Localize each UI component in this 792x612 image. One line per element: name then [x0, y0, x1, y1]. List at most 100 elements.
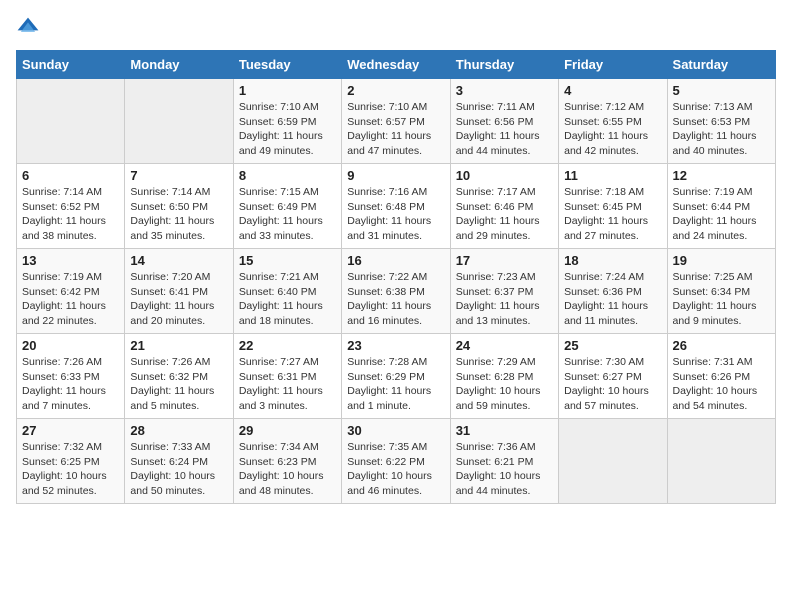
calendar-week-row: 1 Sunrise: 7:10 AM Sunset: 6:59 PM Daylig…	[17, 79, 776, 164]
day-number: 8	[239, 168, 336, 183]
calendar-cell: 20Sunrise: 7:26 AM Sunset: 6:33 PM Dayli…	[17, 334, 125, 419]
day-number: 22	[239, 338, 336, 353]
calendar-cell: 26Sunrise: 7:31 AM Sunset: 6:26 PM Dayli…	[667, 334, 775, 419]
day-info: Sunrise: 7:29 AM Sunset: 6:28 PM Dayligh…	[456, 355, 553, 414]
day-info: Sunrise: 7:23 AM Sunset: 6:37 PM Dayligh…	[456, 270, 553, 329]
calendar-table: SundayMondayTuesdayWednesdayThursdayFrid…	[16, 50, 776, 504]
day-number: 13	[22, 253, 119, 268]
calendar-cell: 1 Sunrise: 7:10 AM Sunset: 6:59 PM Daylig…	[233, 79, 341, 164]
day-number: 16	[347, 253, 444, 268]
day-of-week-header: Monday	[125, 51, 233, 79]
calendar-cell: 7 Sunrise: 7:14 AM Sunset: 6:50 PM Daylig…	[125, 164, 233, 249]
day-of-week-header: Tuesday	[233, 51, 341, 79]
calendar-cell: 9Sunrise: 7:16 AM Sunset: 6:48 PM Daylig…	[342, 164, 450, 249]
day-info: Sunrise: 7:12 AM Sunset: 6:55 PM Dayligh…	[564, 100, 661, 159]
day-info: Sunrise: 7:27 AM Sunset: 6:31 PM Dayligh…	[239, 355, 336, 414]
day-info: Sunrise: 7:35 AM Sunset: 6:22 PM Dayligh…	[347, 440, 444, 499]
day-number: 24	[456, 338, 553, 353]
day-info: Sunrise: 7:19 AM Sunset: 6:44 PM Dayligh…	[673, 185, 770, 244]
calendar-cell: 27 Sunrise: 7:32 AM Sunset: 6:25 PM Dayli…	[17, 419, 125, 504]
day-number: 5	[673, 83, 770, 98]
calendar-cell: 5Sunrise: 7:13 AM Sunset: 6:53 PM Daylig…	[667, 79, 775, 164]
page-header	[16, 16, 776, 40]
calendar-cell	[17, 79, 125, 164]
calendar-cell: 11 Sunrise: 7:18 AM Sunset: 6:45 PM Dayli…	[559, 164, 667, 249]
calendar-cell: 4 Sunrise: 7:12 AM Sunset: 6:55 PM Daylig…	[559, 79, 667, 164]
day-number: 7	[130, 168, 227, 183]
calendar-cell	[667, 419, 775, 504]
day-number: 3	[456, 83, 553, 98]
calendar-cell: 22 Sunrise: 7:27 AM Sunset: 6:31 PM Dayli…	[233, 334, 341, 419]
day-info: Sunrise: 7:22 AM Sunset: 6:38 PM Dayligh…	[347, 270, 444, 329]
day-info: Sunrise: 7:21 AM Sunset: 6:40 PM Dayligh…	[239, 270, 336, 329]
day-number: 11	[564, 168, 661, 183]
calendar-cell: 29 Sunrise: 7:34 AM Sunset: 6:23 PM Dayli…	[233, 419, 341, 504]
day-info: Sunrise: 7:10 AM Sunset: 6:57 PM Dayligh…	[347, 100, 444, 159]
calendar-cell: 31Sunrise: 7:36 AM Sunset: 6:21 PM Dayli…	[450, 419, 558, 504]
calendar-cell: 13 Sunrise: 7:19 AM Sunset: 6:42 PM Dayli…	[17, 249, 125, 334]
day-number: 1	[239, 83, 336, 98]
calendar-week-row: 13 Sunrise: 7:19 AM Sunset: 6:42 PM Dayli…	[17, 249, 776, 334]
calendar-cell: 2Sunrise: 7:10 AM Sunset: 6:57 PM Daylig…	[342, 79, 450, 164]
calendar-week-row: 27 Sunrise: 7:32 AM Sunset: 6:25 PM Dayli…	[17, 419, 776, 504]
day-info: Sunrise: 7:11 AM Sunset: 6:56 PM Dayligh…	[456, 100, 553, 159]
day-of-week-header: Saturday	[667, 51, 775, 79]
day-number: 15	[239, 253, 336, 268]
day-info: Sunrise: 7:34 AM Sunset: 6:23 PM Dayligh…	[239, 440, 336, 499]
day-of-week-header: Wednesday	[342, 51, 450, 79]
day-number: 23	[347, 338, 444, 353]
day-info: Sunrise: 7:24 AM Sunset: 6:36 PM Dayligh…	[564, 270, 661, 329]
day-number: 20	[22, 338, 119, 353]
calendar-cell: 18 Sunrise: 7:24 AM Sunset: 6:36 PM Dayli…	[559, 249, 667, 334]
day-info: Sunrise: 7:10 AM Sunset: 6:59 PM Dayligh…	[239, 100, 336, 159]
calendar-cell: 30 Sunrise: 7:35 AM Sunset: 6:22 PM Dayli…	[342, 419, 450, 504]
day-of-week-header: Friday	[559, 51, 667, 79]
day-number: 4	[564, 83, 661, 98]
day-info: Sunrise: 7:30 AM Sunset: 6:27 PM Dayligh…	[564, 355, 661, 414]
day-info: Sunrise: 7:20 AM Sunset: 6:41 PM Dayligh…	[130, 270, 227, 329]
day-of-week-header: Thursday	[450, 51, 558, 79]
day-info: Sunrise: 7:28 AM Sunset: 6:29 PM Dayligh…	[347, 355, 444, 414]
day-number: 27	[22, 423, 119, 438]
calendar-cell: 19Sunrise: 7:25 AM Sunset: 6:34 PM Dayli…	[667, 249, 775, 334]
day-number: 31	[456, 423, 553, 438]
day-info: Sunrise: 7:26 AM Sunset: 6:32 PM Dayligh…	[130, 355, 227, 414]
calendar-cell: 23 Sunrise: 7:28 AM Sunset: 6:29 PM Dayli…	[342, 334, 450, 419]
calendar-cell: 8 Sunrise: 7:15 AM Sunset: 6:49 PM Daylig…	[233, 164, 341, 249]
day-info: Sunrise: 7:32 AM Sunset: 6:25 PM Dayligh…	[22, 440, 119, 499]
calendar-cell: 15 Sunrise: 7:21 AM Sunset: 6:40 PM Dayli…	[233, 249, 341, 334]
calendar-cell: 21 Sunrise: 7:26 AM Sunset: 6:32 PM Dayli…	[125, 334, 233, 419]
day-info: Sunrise: 7:14 AM Sunset: 6:50 PM Dayligh…	[130, 185, 227, 244]
day-number: 9	[347, 168, 444, 183]
day-info: Sunrise: 7:17 AM Sunset: 6:46 PM Dayligh…	[456, 185, 553, 244]
day-info: Sunrise: 7:31 AM Sunset: 6:26 PM Dayligh…	[673, 355, 770, 414]
calendar-cell: 17Sunrise: 7:23 AM Sunset: 6:37 PM Dayli…	[450, 249, 558, 334]
day-info: Sunrise: 7:15 AM Sunset: 6:49 PM Dayligh…	[239, 185, 336, 244]
logo	[16, 16, 44, 40]
day-number: 29	[239, 423, 336, 438]
day-number: 25	[564, 338, 661, 353]
day-number: 18	[564, 253, 661, 268]
calendar-cell: 28 Sunrise: 7:33 AM Sunset: 6:24 PM Dayli…	[125, 419, 233, 504]
calendar-week-row: 20Sunrise: 7:26 AM Sunset: 6:33 PM Dayli…	[17, 334, 776, 419]
day-of-week-header: Sunday	[17, 51, 125, 79]
day-info: Sunrise: 7:18 AM Sunset: 6:45 PM Dayligh…	[564, 185, 661, 244]
day-info: Sunrise: 7:33 AM Sunset: 6:24 PM Dayligh…	[130, 440, 227, 499]
day-info: Sunrise: 7:25 AM Sunset: 6:34 PM Dayligh…	[673, 270, 770, 329]
day-info: Sunrise: 7:19 AM Sunset: 6:42 PM Dayligh…	[22, 270, 119, 329]
day-info: Sunrise: 7:14 AM Sunset: 6:52 PM Dayligh…	[22, 185, 119, 244]
calendar-header: SundayMondayTuesdayWednesdayThursdayFrid…	[17, 51, 776, 79]
calendar-cell: 6Sunrise: 7:14 AM Sunset: 6:52 PM Daylig…	[17, 164, 125, 249]
calendar-cell: 16 Sunrise: 7:22 AM Sunset: 6:38 PM Dayli…	[342, 249, 450, 334]
calendar-cell: 3 Sunrise: 7:11 AM Sunset: 6:56 PM Daylig…	[450, 79, 558, 164]
day-number: 28	[130, 423, 227, 438]
calendar-cell: 25 Sunrise: 7:30 AM Sunset: 6:27 PM Dayli…	[559, 334, 667, 419]
header-row: SundayMondayTuesdayWednesdayThursdayFrid…	[17, 51, 776, 79]
calendar-cell: 12Sunrise: 7:19 AM Sunset: 6:44 PM Dayli…	[667, 164, 775, 249]
day-number: 21	[130, 338, 227, 353]
calendar-body: 1 Sunrise: 7:10 AM Sunset: 6:59 PM Daylig…	[17, 79, 776, 504]
calendar-cell	[125, 79, 233, 164]
logo-icon	[16, 16, 40, 40]
day-number: 30	[347, 423, 444, 438]
calendar-cell: 24 Sunrise: 7:29 AM Sunset: 6:28 PM Dayli…	[450, 334, 558, 419]
